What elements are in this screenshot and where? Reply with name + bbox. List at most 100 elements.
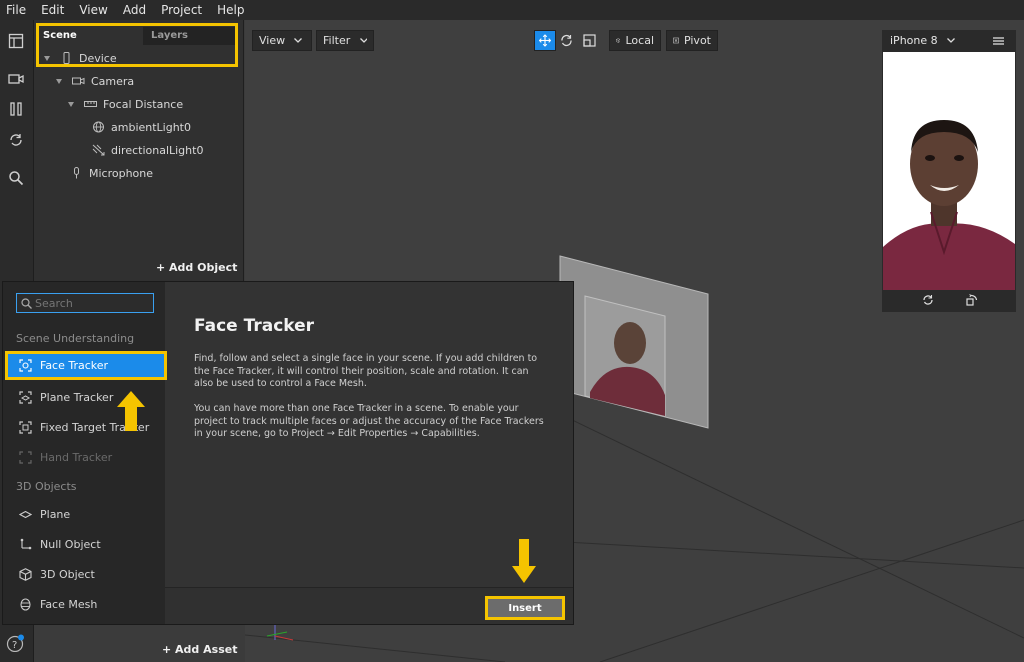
scale-icon (583, 34, 596, 47)
item-face-mesh[interactable]: Face Mesh (19, 594, 97, 614)
face-mesh-icon (20, 597, 31, 611)
menu-project[interactable]: Project (161, 3, 202, 17)
filter-dropdown[interactable]: Filter (316, 30, 374, 51)
pause-icon[interactable] (8, 101, 24, 117)
pivot-button[interactable]: Pivot (666, 30, 718, 51)
layout-icon[interactable] (8, 33, 24, 49)
dialog-description: Find, follow and select a single face in… (194, 353, 538, 389)
item-plane[interactable]: Plane (19, 504, 70, 524)
expand-caret-icon[interactable] (68, 101, 74, 107)
section-scene-understanding: Scene Understanding (16, 332, 135, 345)
plane-tracker-icon (19, 390, 32, 404)
rotate-tool-button[interactable] (557, 30, 577, 51)
search-field[interactable] (16, 293, 154, 313)
tree-item-ambient-light[interactable]: ambientLight0 (92, 118, 191, 136)
add-asset-button[interactable]: + Add Asset (162, 643, 237, 656)
plus-icon: + (162, 643, 176, 656)
add-object-dialog: Scene Understanding Face Tracker Plane T… (2, 281, 574, 625)
search-icon (21, 297, 32, 309)
move-icon (539, 34, 551, 47)
filter-label: Filter (323, 34, 351, 47)
tree-label: ambientLight0 (111, 120, 191, 134)
device-selector[interactable]: iPhone 8 (882, 30, 1016, 50)
tree-item-camera[interactable]: Camera (56, 72, 134, 90)
menu-file[interactable]: File (6, 3, 26, 17)
face-tracker-icon (19, 359, 32, 372)
item-face-tracker[interactable]: Face Tracker (5, 351, 167, 380)
local-label: Local (625, 34, 654, 47)
item-3d-object[interactable]: 3D Object (19, 564, 95, 584)
move-tool-button[interactable] (534, 30, 556, 51)
refresh-icon[interactable] (8, 132, 24, 148)
dialog-title: Face Tracker (194, 316, 315, 336)
scale-tool-button[interactable] (580, 30, 600, 51)
face-preview-image (883, 52, 1015, 290)
menu-help[interactable]: Help (217, 3, 244, 17)
insert-button[interactable]: Insert (485, 596, 565, 620)
item-null-object[interactable]: Null Object (19, 534, 101, 554)
rotate-icon (561, 34, 572, 47)
rotate-device-icon[interactable] (966, 294, 978, 306)
phone-icon (63, 52, 70, 64)
expand-caret-icon[interactable] (56, 78, 62, 84)
target-tracker-icon (19, 420, 32, 434)
chevron-down-icon (360, 38, 367, 43)
tree-item-directional-light[interactable]: directionalLight0 (92, 141, 203, 159)
expand-caret-icon[interactable] (44, 55, 50, 61)
item-label: 3D Object (40, 567, 95, 581)
tree-item-microphone[interactable]: Microphone (70, 164, 153, 182)
hand-tracker-icon (19, 450, 32, 464)
svg-text:?: ? (12, 640, 17, 651)
help-icon[interactable]: ? (6, 634, 24, 652)
search-input[interactable] (35, 296, 145, 310)
item-label: Null Object (40, 537, 101, 551)
video-icon[interactable] (8, 71, 24, 87)
tab-scene[interactable]: Scene (43, 30, 77, 41)
plus-icon: + (156, 261, 170, 274)
tree-label: Microphone (89, 166, 154, 180)
ruler-icon (84, 101, 97, 107)
hamburger-menu-icon[interactable] (993, 37, 1004, 45)
flip-camera-icon[interactable] (922, 294, 934, 306)
view-dropdown[interactable]: View (252, 30, 312, 51)
section-3d-objects: 3D Objects (16, 480, 77, 493)
pivot-icon (673, 37, 679, 44)
tree-label: directionalLight0 (111, 143, 204, 157)
arrow-up-annotation-icon (117, 391, 145, 431)
menu-view[interactable]: View (79, 3, 107, 17)
chevron-down-icon (946, 37, 955, 43)
microphone-icon (74, 167, 79, 179)
add-asset-label: Add Asset (175, 643, 238, 656)
tab-layers[interactable]: Layers (143, 27, 235, 45)
view-label: View (259, 34, 286, 47)
pivot-label: Pivot (683, 34, 711, 47)
add-object-label: Add Object (169, 261, 238, 274)
menu-edit[interactable]: Edit (41, 3, 64, 17)
scene-panel: Scene Layers Device Camera Focal Distanc… (34, 20, 244, 282)
item-label: Hand Tracker (40, 450, 113, 464)
item-label: Plane Tracker (40, 390, 114, 404)
local-space-button[interactable]: Local (609, 30, 661, 51)
add-object-button[interactable]: + Add Object (156, 261, 237, 274)
tree-label: Camera (91, 74, 135, 88)
search-icon[interactable] (8, 170, 24, 186)
item-plane-tracker[interactable]: Plane Tracker (19, 387, 113, 407)
menu-add[interactable]: Add (123, 3, 146, 17)
cube-icon (616, 38, 621, 43)
tree-label: Device (79, 51, 117, 65)
device-name: iPhone 8 (890, 33, 938, 47)
item-label: Face Tracker (40, 359, 109, 372)
directional-light-icon (92, 144, 105, 156)
cube-icon (19, 567, 32, 581)
plane-icon (19, 510, 32, 518)
menu-bar: File Edit View Add Project Help (0, 0, 1024, 20)
simulator-screen[interactable] (883, 52, 1015, 290)
dialog-description-2: You can have more than one Face Tracker … (194, 403, 544, 439)
tree-label: Focal Distance (103, 97, 184, 111)
tree-item-device[interactable]: Device (44, 49, 117, 67)
item-label: Plane (40, 507, 71, 521)
null-object-icon (20, 538, 32, 549)
chevron-down-icon (294, 38, 303, 43)
object-list: Scene Understanding Face Tracker Plane T… (3, 282, 167, 624)
tree-item-focal-distance[interactable]: Focal Distance (68, 95, 183, 113)
